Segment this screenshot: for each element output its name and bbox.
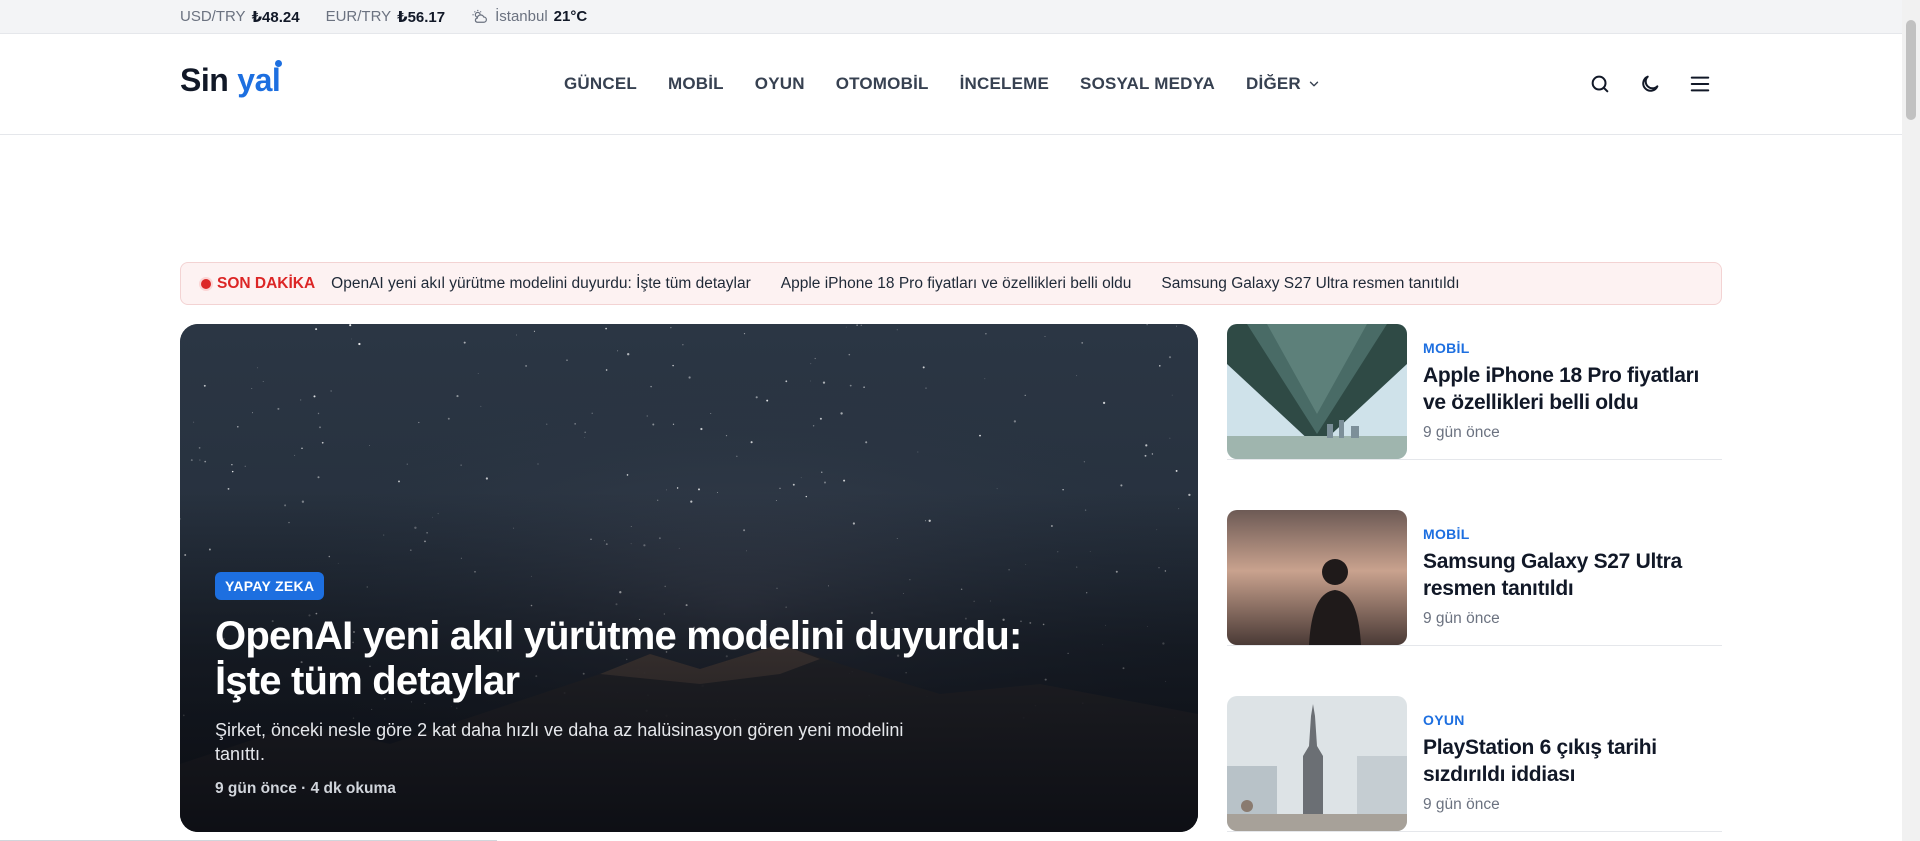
list-item-title[interactable]: Samsung Galaxy S27 Ultra resmen tanıtıld…	[1423, 548, 1718, 602]
usd-label: USD/TRY	[180, 8, 246, 25]
hero-article-card[interactable]: YAPAY ZEKA OpenAI yeni akıl yürütme mode…	[180, 324, 1198, 832]
breaking-news-ticker: SON DAKİKA OpenAI yeni akıl yürütme mode…	[180, 262, 1722, 305]
top-info-content: USD/TRY ₺48.24 EUR/TRY ₺56.17 İstanbul 2…	[180, 0, 587, 33]
top-info-bar: USD/TRY ₺48.24 EUR/TRY ₺56.17 İstanbul 2…	[0, 0, 1902, 34]
site-header: Sin yal GÜNCEL MOBİL OYUN OTOMOBİL İNCEL…	[0, 34, 1902, 135]
list-item-time: 9 gün önce	[1423, 424, 1500, 441]
list-item-text: OYUN PlayStation 6 çıkış tarihi sızdırıl…	[1423, 712, 1718, 814]
article-thumbnail	[1227, 696, 1407, 831]
breaking-label-text: SON DAKİKA	[217, 274, 316, 292]
nav-item-inceleme[interactable]: İNCELEME	[960, 74, 1049, 94]
logo-dot	[275, 60, 283, 67]
nav-item-guncel[interactable]: GÜNCEL	[564, 74, 637, 94]
article-thumbnail	[1227, 324, 1407, 459]
list-item-category[interactable]: OYUN	[1423, 712, 1718, 728]
list-item-time: 9 gün önce	[1423, 796, 1500, 813]
nav-item-mobil[interactable]: MOBİL	[668, 74, 724, 94]
header-actions	[1588, 34, 1712, 134]
hero-description: Şirket, önceki nesle göre 2 kat daha hız…	[215, 720, 904, 764]
ticker-item[interactable]: Samsung Galaxy S27 Ultra resmen tanıtıld…	[1161, 275, 1459, 293]
ticker-item[interactable]: OpenAI yeni akıl yürütme modelini duyurd…	[331, 275, 751, 293]
logo-part-1: Sin	[180, 62, 229, 98]
list-item-text: MOBİL Apple iPhone 18 Pro fiyatları ve ö…	[1423, 340, 1718, 442]
list-item-title[interactable]: PlayStation 6 çıkış tarihi sızdırıldı id…	[1423, 734, 1718, 788]
usd-rate: USD/TRY ₺48.24	[180, 8, 300, 26]
list-item-category[interactable]: MOBİL	[1423, 340, 1718, 356]
list-item[interactable]: OYUN PlayStation 6 çıkış tarihi sızdırıl…	[1227, 696, 1722, 832]
partly-cloudy-icon	[472, 9, 488, 23]
person-silhouette-image	[1227, 510, 1407, 645]
nav-item-sosyal-medya[interactable]: SOSYAL MEDYA	[1080, 74, 1215, 94]
breaking-label: SON DAKİKA	[201, 275, 315, 293]
list-item-category[interactable]: MOBİL	[1423, 526, 1718, 542]
nav-item-oyun[interactable]: OYUN	[755, 74, 805, 94]
weather: İstanbul 21°C	[471, 8, 587, 26]
list-item-time: 9 gün önce	[1423, 610, 1500, 627]
eur-value: ₺56.17	[397, 8, 446, 26]
article-thumbnail	[1227, 510, 1407, 645]
usd-value: ₺48.24	[251, 8, 300, 26]
search-icon[interactable]	[1588, 72, 1612, 96]
page-scrollbar[interactable]	[1902, 0, 1920, 841]
bridge-image	[1227, 324, 1407, 459]
list-item[interactable]: MOBİL Apple iPhone 18 Pro fiyatları ve ö…	[1227, 324, 1722, 460]
eur-rate: EUR/TRY ₺56.17	[326, 8, 446, 26]
scrollbar-thumb[interactable]	[1906, 20, 1916, 120]
site-logo[interactable]: Sin yal	[180, 60, 283, 99]
menu-icon[interactable]	[1688, 72, 1712, 96]
main-nav: GÜNCEL MOBİL OYUN OTOMOBİL İNCELEME SOSY…	[564, 34, 1321, 134]
nav-item-otomobil[interactable]: OTOMOBİL	[836, 74, 929, 94]
list-item-title[interactable]: Apple iPhone 18 Pro fiyatları ve özellik…	[1423, 362, 1718, 416]
nav-item-diger-label: DİĞER	[1246, 74, 1301, 93]
list-item[interactable]: MOBİL Samsung Galaxy S27 Ultra resmen ta…	[1227, 510, 1722, 646]
hero-content: YAPAY ZEKA OpenAI yeni akıl yürütme mode…	[215, 572, 1075, 798]
chevron-down-icon	[1309, 81, 1319, 87]
hero-title[interactable]: OpenAI yeni akıl yürütme modelini duyurd…	[215, 614, 1065, 704]
hero-meta: 9 gün önce · 4 dk okuma	[215, 780, 396, 797]
weather-city: İstanbul	[495, 8, 548, 25]
moon-icon[interactable]	[1638, 72, 1662, 96]
ticker-item[interactable]: Apple iPhone 18 Pro fiyatları ve özellik…	[781, 275, 1132, 293]
hero-category-badge[interactable]: YAPAY ZEKA	[215, 572, 325, 600]
list-item-text: MOBİL Samsung Galaxy S27 Ultra resmen ta…	[1423, 526, 1718, 628]
city-skyline-image	[1227, 696, 1407, 831]
weather-temp: 21°C	[553, 8, 588, 25]
live-dot-icon	[201, 278, 211, 289]
nav-item-diger[interactable]: DİĞER	[1246, 74, 1321, 94]
eur-label: EUR/TRY	[325, 8, 392, 25]
logo-part-2: yal	[237, 60, 283, 98]
